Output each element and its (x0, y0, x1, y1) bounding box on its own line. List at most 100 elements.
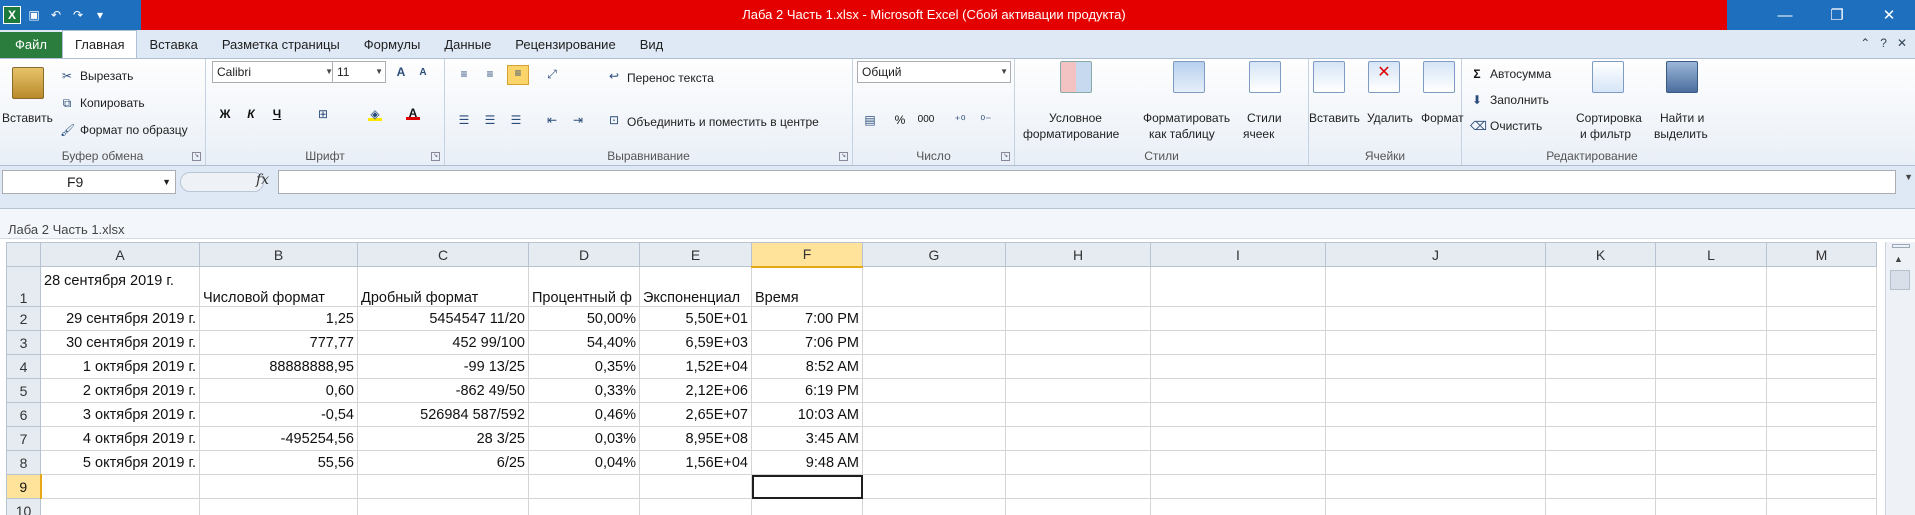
row-header[interactable]: 9 (6, 474, 42, 499)
cell[interactable] (1545, 474, 1656, 499)
alignment-launcher-icon[interactable]: ↘ (839, 152, 848, 161)
column-header[interactable]: M (1766, 242, 1877, 267)
borders-icon[interactable]: ⊞ (316, 107, 330, 121)
cell[interactable] (1325, 266, 1546, 307)
cell[interactable]: Числовой формат (199, 266, 358, 307)
column-header[interactable]: C (357, 242, 529, 267)
cell[interactable]: 7:00 PM (751, 306, 863, 331)
row-header[interactable]: 3 (6, 330, 41, 355)
align-center-icon[interactable]: ☰ (483, 113, 497, 127)
cell[interactable] (1005, 426, 1151, 451)
cell[interactable]: 6,59E+03 (639, 330, 752, 355)
delete-cells-icon[interactable]: ✕ (1368, 61, 1400, 93)
cell-styles-label-2[interactable]: ячеек (1243, 127, 1274, 141)
cell[interactable] (1766, 378, 1877, 403)
cell-styles-label[interactable]: Стили (1247, 111, 1282, 125)
format-painter-icon[interactable]: 🖌 (60, 123, 75, 137)
cell[interactable] (1655, 402, 1767, 427)
row-header[interactable]: 4 (6, 354, 41, 379)
cell[interactable] (1325, 402, 1546, 427)
cell[interactable] (1150, 498, 1326, 515)
cell[interactable]: -495254,56 (199, 426, 358, 451)
cell[interactable]: 0,35% (528, 354, 640, 379)
column-header[interactable]: E (639, 242, 752, 267)
cell[interactable]: -0,54 (199, 402, 358, 427)
cell[interactable] (1545, 450, 1656, 475)
cell-styles-icon[interactable] (1249, 61, 1281, 93)
paste-button[interactable]: Вставить (2, 111, 53, 125)
cell[interactable] (1325, 306, 1546, 331)
shrink-font-icon[interactable]: A (416, 66, 430, 80)
decrease-decimal-icon[interactable]: ⁰⁻ (979, 113, 993, 127)
conditional-formatting-label-2[interactable]: форматирование (1023, 127, 1119, 141)
cell[interactable] (1766, 354, 1877, 379)
select-all-corner[interactable] (6, 242, 41, 267)
copy-icon[interactable]: ⧉ (60, 96, 74, 110)
row-header[interactable]: 1 (6, 266, 41, 307)
cell[interactable]: Процентный ф (528, 266, 640, 307)
underline-icon[interactable]: Ч (270, 107, 284, 121)
align-right-icon[interactable]: ☰ (509, 113, 523, 127)
cell[interactable] (1766, 498, 1877, 515)
find-select-label-2[interactable]: выделить (1654, 127, 1708, 141)
align-bottom-icon[interactable]: ≡ (507, 65, 529, 85)
cell[interactable] (1766, 450, 1877, 475)
font-launcher-icon[interactable]: ↘ (431, 152, 440, 161)
cell[interactable] (1545, 426, 1656, 451)
comma-style-icon[interactable]: 000 (913, 113, 939, 127)
cell[interactable] (1655, 450, 1767, 475)
cell[interactable] (40, 474, 200, 499)
cell[interactable] (1766, 306, 1877, 331)
cell[interactable] (1545, 402, 1656, 427)
row-header[interactable]: 7 (6, 426, 41, 451)
minimize-icon[interactable]: — (1759, 0, 1811, 30)
split-box[interactable] (1892, 244, 1910, 248)
cell[interactable] (1005, 266, 1151, 307)
cell[interactable] (1655, 306, 1767, 331)
cell[interactable]: 1,25 (199, 306, 358, 331)
column-header[interactable]: A (40, 242, 200, 267)
cell[interactable] (1325, 330, 1546, 355)
cell[interactable] (1005, 474, 1151, 499)
cell[interactable] (862, 498, 1006, 515)
column-header[interactable]: I (1150, 242, 1326, 267)
align-middle-icon[interactable]: ≡ (483, 67, 497, 81)
cell[interactable] (357, 474, 529, 499)
fill-color-icon[interactable]: ◈ (368, 107, 382, 121)
format-as-table-label[interactable]: Форматировать (1143, 111, 1230, 125)
cell[interactable] (1545, 378, 1656, 403)
cell[interactable] (1150, 378, 1326, 403)
close-icon[interactable]: ✕ (1863, 0, 1915, 30)
find-select-label[interactable]: Найти и (1660, 111, 1704, 125)
cell[interactable] (862, 402, 1006, 427)
column-header[interactable]: L (1655, 242, 1767, 267)
clipboard-launcher-icon[interactable]: ↘ (192, 152, 201, 161)
cell[interactable] (1325, 354, 1546, 379)
number-format-select[interactable]: Общий ▼ (857, 61, 1011, 83)
cell[interactable] (1005, 306, 1151, 331)
cell[interactable]: 88888888,95 (199, 354, 358, 379)
row-header[interactable]: 2 (6, 306, 41, 331)
format-cells-icon[interactable] (1423, 61, 1455, 93)
grow-font-icon[interactable]: A (394, 65, 408, 79)
cell[interactable] (862, 354, 1006, 379)
copy-button[interactable]: Копировать (80, 96, 145, 110)
bold-icon[interactable]: Ж (218, 107, 232, 121)
tab-page-layout[interactable]: Разметка страницы (210, 32, 352, 58)
cell[interactable] (357, 498, 529, 515)
name-box[interactable]: F9 ▼ (2, 170, 176, 194)
cell[interactable]: 55,56 (199, 450, 358, 475)
format-as-table-icon[interactable] (1173, 61, 1205, 93)
format-as-table-label-2[interactable]: как таблицу (1149, 127, 1215, 141)
cell[interactable]: 0,04% (528, 450, 640, 475)
cell[interactable]: 3:45 AM (751, 426, 863, 451)
column-header[interactable]: D (528, 242, 640, 267)
scroll-up-icon[interactable]: ▲ (1894, 254, 1903, 264)
cell[interactable] (639, 474, 752, 499)
row-header[interactable]: 5 (6, 378, 41, 403)
cell[interactable]: 8,95E+08 (639, 426, 752, 451)
active-cell[interactable] (751, 474, 863, 499)
cell[interactable]: 0,03% (528, 426, 640, 451)
cell[interactable] (1545, 498, 1656, 515)
cell[interactable] (1325, 426, 1546, 451)
